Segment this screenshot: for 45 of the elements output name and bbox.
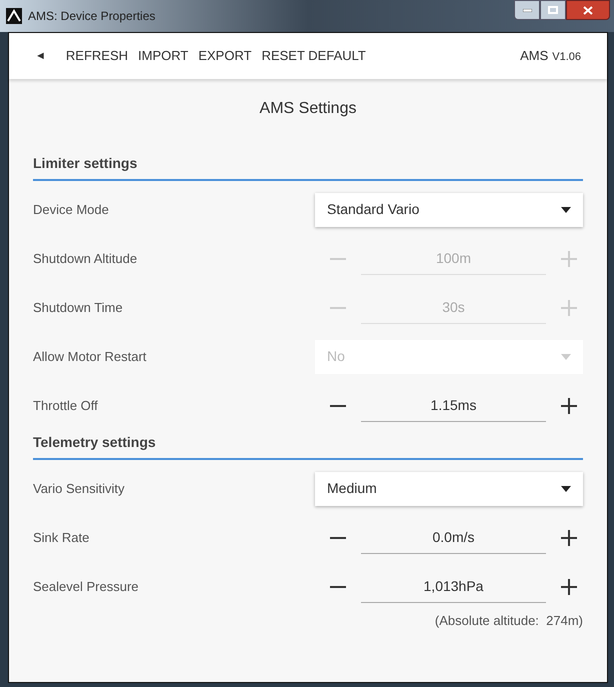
page-title: AMS Settings: [258, 99, 358, 119]
minus-icon: [330, 404, 346, 406]
caret-icon: [561, 486, 571, 492]
minus-icon: [330, 536, 346, 538]
setting-label: Sink Rate: [33, 528, 90, 547]
caret-icon: [561, 354, 571, 360]
value-field[interactable]: 1,013hPa: [361, 570, 546, 602]
back-button[interactable]: ◄: [35, 48, 46, 64]
setting-label: Throttle Off: [33, 396, 99, 415]
minimize-icon: [522, 8, 532, 12]
toolbar-action[interactable]: RESET DEFAULT: [262, 46, 366, 66]
setting-label: Allow Motor Restart: [33, 348, 148, 366]
minus-icon: [330, 586, 346, 588]
window-title: AMS: Device Properties: [28, 8, 156, 25]
minus-icon: [330, 258, 346, 260]
version-label: V1.06: [552, 50, 581, 65]
plus-icon: [561, 578, 577, 594]
absolute-altitude-note: (Absolute altitude: 274m): [434, 612, 583, 630]
setting-label: Sealevel Pressure: [33, 578, 140, 596]
maximize-icon: [548, 6, 558, 14]
close-button[interactable]: [566, 0, 610, 20]
close-icon: [583, 6, 593, 14]
toolbar-action[interactable]: IMPORT: [138, 46, 188, 66]
section-heading: Limiter settings: [33, 153, 583, 181]
minus-icon: [330, 306, 346, 308]
dropdown[interactable]: Standard Vario: [315, 192, 583, 226]
setting-label: Shutdown Time: [33, 298, 124, 317]
toolbar-action[interactable]: EXPORT: [198, 46, 252, 66]
plus-icon: [561, 300, 577, 316]
plus-icon: [561, 530, 577, 546]
setting-label: Vario Sensitivity: [33, 480, 126, 498]
plus-icon: [561, 398, 577, 414]
setting-label: Shutdown Altitude: [33, 250, 138, 268]
caret-icon: [561, 206, 571, 212]
section-heading: Telemetry settings: [33, 432, 583, 460]
plus-icon: [561, 250, 577, 266]
value-field[interactable]: 1.15ms: [361, 390, 546, 422]
value-field[interactable]: 0.0m/s: [361, 522, 546, 554]
minimize-button[interactable]: [514, 0, 540, 20]
app-logo-icon: [6, 8, 22, 24]
toolbar-action[interactable]: REFRESH: [66, 46, 128, 66]
app-name: AMS: [520, 47, 548, 66]
setting-label: Device Mode: [33, 200, 110, 219]
maximize-button[interactable]: [540, 0, 566, 20]
dropdown[interactable]: Medium: [315, 472, 583, 506]
